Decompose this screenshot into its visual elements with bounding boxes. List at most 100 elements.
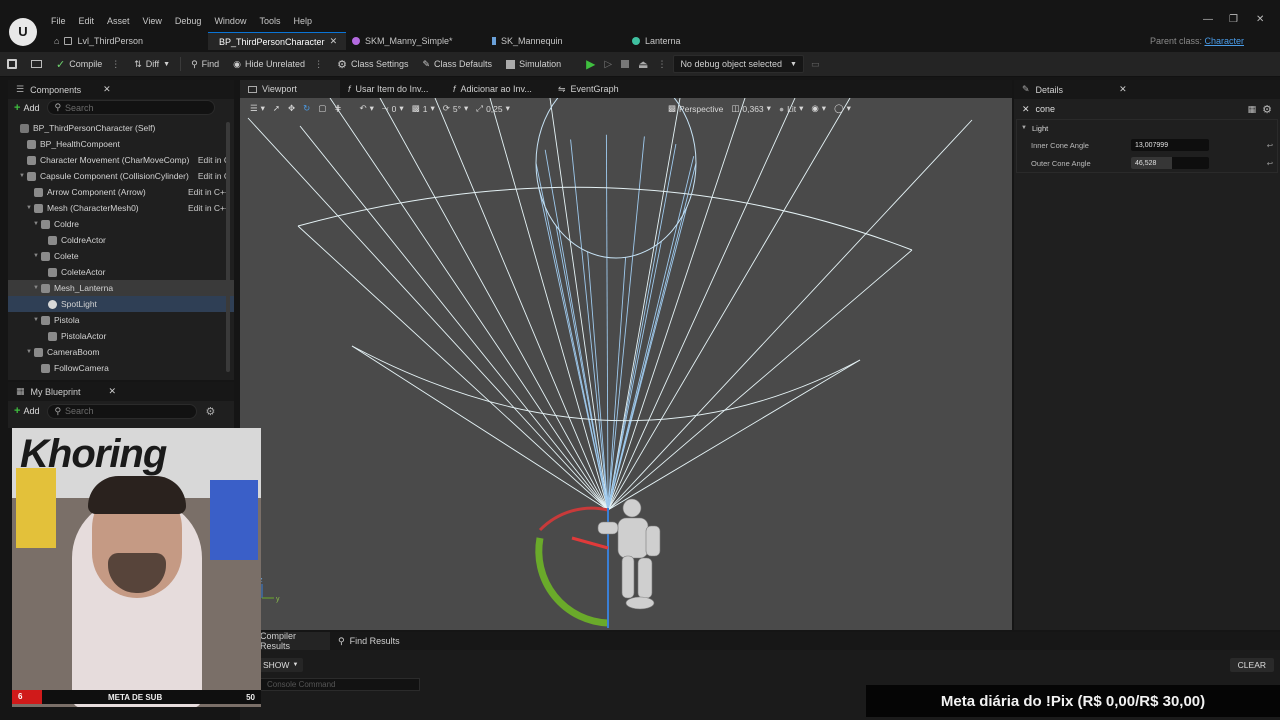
components-search-input[interactable]: ⚲ Search bbox=[47, 100, 216, 115]
simulation-button[interactable]: Simulation bbox=[499, 52, 568, 77]
save-button[interactable] bbox=[0, 52, 24, 77]
realtime-button[interactable]: ◯ ▾ bbox=[834, 103, 851, 114]
restore-icon[interactable]: ❐ bbox=[1229, 14, 1238, 25]
scale-snap-button[interactable]: ⤢ 0,25 ▾ bbox=[476, 103, 510, 114]
more-options-icon[interactable]: ⋮ bbox=[111, 59, 120, 70]
close-panel-icon[interactable]: ✕ bbox=[1119, 84, 1127, 95]
expand-arrow-icon[interactable]: ▼ bbox=[33, 285, 41, 291]
rotation-snap-button[interactable]: ⟳ 5° ▾ bbox=[443, 103, 469, 114]
my-blueprint-search-input[interactable]: ⚲ Search bbox=[47, 403, 198, 419]
component-tree-item[interactable]: BP_ThirdPersonCharacter (Self) bbox=[8, 120, 234, 136]
parent-class-link[interactable]: Character bbox=[1204, 36, 1244, 46]
close-window-icon[interactable]: ✕ bbox=[1256, 14, 1264, 25]
show-flags-button[interactable]: ◉ ▾ bbox=[811, 103, 826, 114]
component-tree-item[interactable]: ▼ Colete bbox=[8, 248, 234, 264]
debug-find-button[interactable]: ▭ bbox=[804, 52, 827, 77]
perspective-button[interactable]: ▩ Perspective bbox=[668, 103, 723, 114]
tab-lanterna[interactable]: Lanterna bbox=[626, 32, 746, 50]
find-button[interactable]: ⚲ Find bbox=[184, 52, 226, 77]
eject-icon[interactable]: ⏏ bbox=[638, 58, 648, 71]
category-header-light[interactable]: ▼ Light bbox=[1017, 120, 1277, 136]
show-button[interactable]: SHOW ▼ bbox=[258, 658, 304, 672]
move-tool-icon[interactable]: ✥ bbox=[288, 103, 295, 114]
close-tab-icon[interactable]: ✕ bbox=[330, 36, 338, 47]
menu-view[interactable]: View bbox=[138, 16, 170, 26]
property-value-input[interactable]: 13,007999 bbox=[1131, 139, 1209, 151]
more-options-icon[interactable]: ⋮ bbox=[657, 59, 666, 70]
menu-edit[interactable]: Edit bbox=[74, 16, 103, 26]
tab-sk-mannequin[interactable]: SK_Mannequin bbox=[486, 32, 626, 50]
more-options-icon[interactable]: ⋮ bbox=[314, 59, 323, 70]
diff-button[interactable]: ⇅ Diff ▼ bbox=[127, 52, 177, 77]
expand-arrow-icon[interactable]: ▼ bbox=[26, 205, 34, 211]
hide-unrelated-button[interactable]: ◉ Hide Unrelated ⋮ bbox=[226, 52, 330, 77]
component-tree-item[interactable]: ▼ Mesh_Lanterna bbox=[8, 280, 234, 296]
add-member-button[interactable]: + Add bbox=[14, 405, 39, 417]
component-tree-item[interactable]: ▼ Mesh (CharacterMesh0) Edit in C++ bbox=[8, 200, 234, 216]
rot-value-button[interactable]: ▩ 1 ▾ bbox=[412, 103, 435, 114]
surface-snap-button[interactable]: ↶ ▾ bbox=[359, 103, 373, 114]
close-panel-icon[interactable]: ✕ bbox=[103, 84, 111, 95]
scrollbar[interactable] bbox=[226, 122, 230, 372]
viewport[interactable]: z y bbox=[240, 98, 1012, 630]
tab-skm-manny-simple[interactable]: SKM_Manny_Simple* bbox=[346, 32, 486, 50]
debug-object-select[interactable]: No debug object selected ▼ bbox=[673, 55, 804, 73]
component-tree-item[interactable]: BP_HealthCompoent bbox=[8, 136, 234, 152]
tab-viewport[interactable]: Viewport bbox=[240, 80, 340, 98]
expand-arrow-icon[interactable]: ▼ bbox=[26, 349, 34, 355]
class-settings-button[interactable]: ⚙ Class Settings bbox=[330, 52, 415, 77]
scale-tool-icon[interactable]: ▢ bbox=[318, 103, 326, 114]
play-icon[interactable]: ▶ bbox=[586, 57, 595, 71]
select-tool-icon[interactable]: ➚ bbox=[273, 103, 280, 114]
tab-find-results[interactable]: ⚲ Find Results bbox=[330, 632, 420, 650]
coordinate-space-icon[interactable]: ⋕ bbox=[334, 103, 341, 114]
reset-to-default-icon[interactable]: ↩ bbox=[1267, 141, 1277, 150]
component-tree-item[interactable]: ColeteActor bbox=[8, 264, 234, 280]
stop-icon[interactable] bbox=[621, 60, 630, 68]
details-search-input[interactable]: cone bbox=[1036, 104, 1226, 114]
add-component-button[interactable]: + Add bbox=[14, 102, 39, 114]
menu-window[interactable]: Window bbox=[209, 16, 254, 26]
lit-button[interactable]: ● Lit ▾ bbox=[779, 103, 803, 114]
clear-button[interactable]: CLEAR bbox=[1229, 658, 1274, 672]
component-tree-item[interactable]: SpotLight bbox=[8, 296, 234, 312]
close-panel-icon[interactable]: ✕ bbox=[109, 386, 117, 397]
reset-to-default-icon[interactable]: ↩ bbox=[1267, 159, 1277, 168]
menu-tools[interactable]: Tools bbox=[254, 16, 288, 26]
rotate-tool-icon[interactable]: ↻ bbox=[303, 103, 310, 114]
minimize-icon[interactable]: — bbox=[1203, 14, 1213, 25]
component-tree-item[interactable]: PistolaActor bbox=[8, 328, 234, 344]
tab-adicionar-inv[interactable]: f Adicionar ao Inv... bbox=[445, 80, 550, 98]
gear-icon[interactable]: ⚙ bbox=[205, 405, 215, 418]
component-tree-item[interactable]: FollowCamera bbox=[8, 360, 234, 376]
expand-arrow-icon[interactable]: ▼ bbox=[19, 173, 27, 179]
property-value-input[interactable]: 46,528 bbox=[1131, 157, 1209, 169]
class-defaults-button[interactable]: ✎ Class Defaults bbox=[415, 52, 499, 77]
step-icon[interactable]: ▷ bbox=[604, 59, 612, 70]
gear-icon[interactable]: ⚙ bbox=[1262, 103, 1272, 116]
tab-eventgraph[interactable]: ⇋ EventGraph bbox=[550, 80, 640, 98]
menu-debug[interactable]: Debug bbox=[170, 16, 210, 26]
grid-snap-button[interactable]: ⤙ 0 ▾ bbox=[382, 103, 404, 114]
menu-asset[interactable]: Asset bbox=[102, 16, 138, 26]
component-tree-item[interactable]: ▼ Capsule Component (CollisionCylinder) Ed… bbox=[8, 168, 234, 184]
browse-button[interactable] bbox=[24, 52, 49, 77]
clear-search-icon[interactable]: ✕ bbox=[1022, 104, 1030, 115]
viewport-options-button[interactable]: ☰ ▾ bbox=[250, 103, 265, 114]
menu-help[interactable]: Help bbox=[288, 16, 320, 26]
table-view-icon[interactable]: ▦ bbox=[1248, 104, 1257, 115]
component-tree-item[interactable]: ▼ CameraBoom bbox=[8, 344, 234, 360]
tab-lvl-thirdperson[interactable]: ⌂ Lvl_ThirdPerson bbox=[48, 32, 208, 50]
menu-file[interactable]: File bbox=[46, 16, 74, 26]
expand-arrow-icon[interactable]: ▼ bbox=[33, 221, 41, 227]
component-tree-item[interactable]: ▼ Coldre bbox=[8, 216, 234, 232]
unreal-logo-icon[interactable]: U bbox=[9, 18, 37, 46]
component-tree-item[interactable]: Character Movement (CharMoveComp) Edit in… bbox=[8, 152, 234, 168]
fov-button[interactable]: ◫ 0,363 ▾ bbox=[731, 103, 771, 114]
component-tree-item[interactable]: ColdreActor bbox=[8, 232, 234, 248]
component-tree-item[interactable]: ▼ Pistola bbox=[8, 312, 234, 328]
expand-arrow-icon[interactable]: ▼ bbox=[33, 317, 41, 323]
tab-usar-item[interactable]: f Usar Item do Inv... bbox=[340, 80, 445, 98]
console-command-input[interactable]: Console Command bbox=[260, 678, 420, 691]
compile-button[interactable]: ✓ Compile ⋮ bbox=[49, 52, 127, 77]
